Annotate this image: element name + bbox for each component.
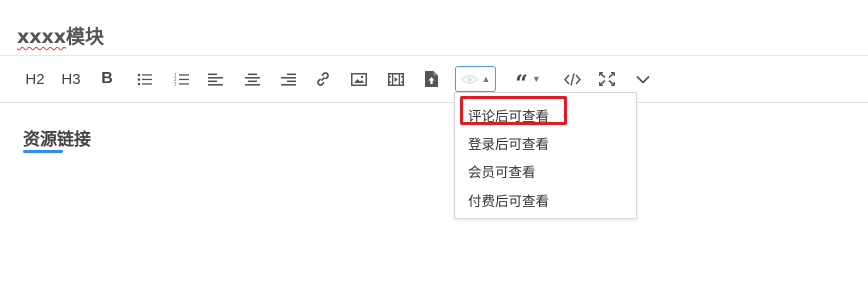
video-icon — [388, 72, 404, 86]
svg-text:3: 3 — [174, 81, 177, 85]
image-button[interactable] — [350, 65, 368, 93]
quote-button[interactable]: “ ▼ — [510, 65, 546, 95]
module-title-latin: xxxx — [17, 26, 67, 48]
unordered-list-button[interactable] — [135, 65, 153, 93]
hide-content-button[interactable]: ▲ — [455, 66, 496, 92]
link-button[interactable] — [314, 65, 332, 93]
highlight-box — [460, 96, 567, 125]
align-right-icon — [280, 73, 296, 86]
editor-toolbar: H2 H3 B 123 ▲ “ ▼ — [0, 55, 868, 103]
image-icon — [351, 72, 367, 86]
menu-item-login-to-view[interactable]: 登录后可查看 — [468, 133, 549, 153]
fullscreen-icon — [599, 72, 615, 86]
file-upload-button[interactable] — [423, 65, 439, 93]
heading-3-button[interactable]: H3 — [58, 65, 84, 93]
align-right-button[interactable] — [279, 65, 297, 93]
module-title: xxxx模块 — [17, 22, 104, 49]
ordered-list-button[interactable]: 123 — [172, 65, 190, 93]
align-left-button[interactable] — [206, 65, 224, 93]
heading-3-label: H3 — [61, 70, 81, 88]
align-center-icon — [244, 73, 260, 86]
file-upload-icon — [424, 71, 438, 87]
ordered-list-icon: 123 — [174, 73, 189, 86]
link-icon — [317, 72, 329, 86]
chevron-down-icon — [636, 75, 650, 84]
menu-item-pay-to-view[interactable]: 付费后可查看 — [468, 190, 549, 210]
more-button[interactable] — [634, 65, 652, 93]
code-button[interactable] — [562, 65, 582, 93]
section-heading: 资源链接 — [23, 130, 91, 150]
hide-content-caret-icon: ▲ — [481, 74, 491, 84]
align-center-button[interactable] — [243, 65, 261, 93]
bold-button[interactable]: B — [98, 65, 116, 93]
bold-label: B — [101, 70, 113, 87]
fullscreen-button[interactable] — [598, 65, 616, 93]
unordered-list-icon — [137, 73, 152, 85]
heading-2-label: H2 — [25, 70, 45, 88]
video-button[interactable] — [387, 65, 405, 93]
section-heading-underline — [23, 150, 63, 153]
module-title-cjk: 模块 — [66, 26, 105, 48]
menu-item-member-to-view[interactable]: 会员可查看 — [468, 161, 536, 181]
heading-2-button[interactable]: H2 — [22, 65, 48, 93]
align-left-icon — [207, 73, 223, 86]
eye-hide-icon — [460, 74, 478, 84]
code-icon — [563, 72, 581, 86]
quote-caret-icon: ▼ — [531, 74, 541, 84]
